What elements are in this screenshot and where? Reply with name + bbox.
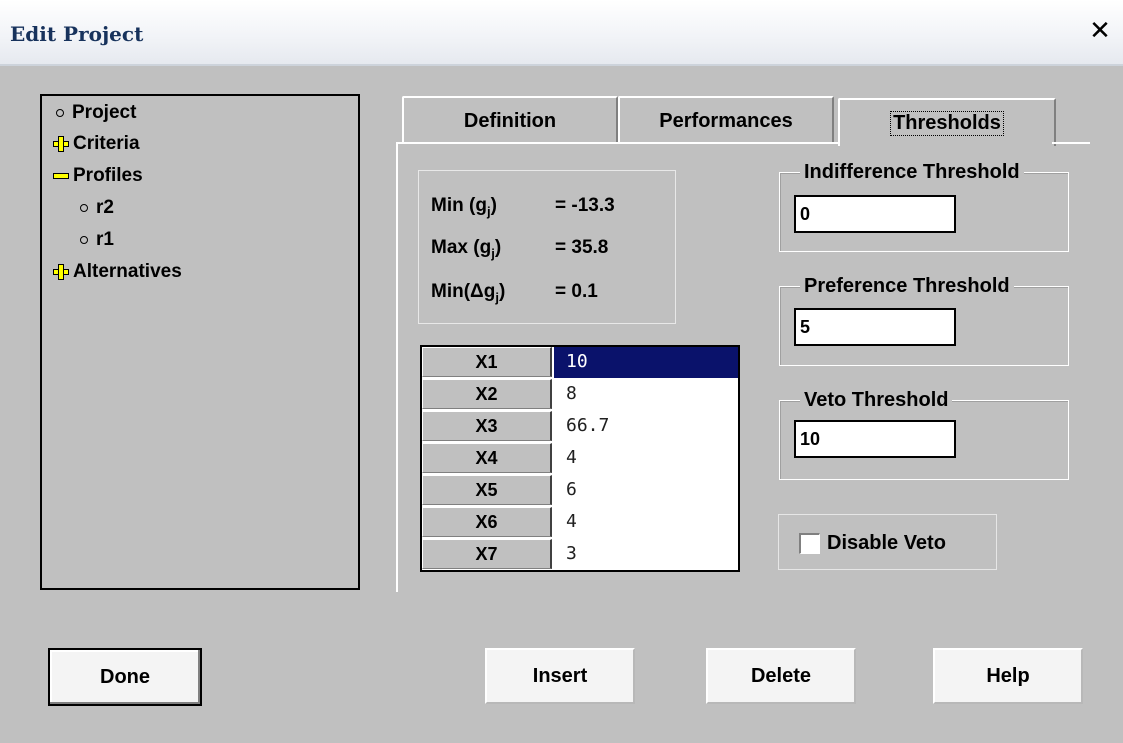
row-value[interactable]: 4	[554, 507, 738, 538]
tree-item-criteria[interactable]: Criteria	[52, 133, 140, 155]
tab-strip-divider	[396, 142, 838, 144]
collapse-minus-icon[interactable]	[52, 167, 70, 185]
row-header[interactable]: X6	[422, 507, 552, 537]
tab-thresholds[interactable]: Thresholds	[838, 98, 1056, 146]
indifference-threshold-group: Indifference Threshold	[779, 161, 1069, 252]
project-tree[interactable]: Project Criteria Profiles r2 r1 Alternat…	[40, 94, 360, 590]
tab-strip-divider	[1052, 142, 1090, 144]
tree-item-profiles[interactable]: Profiles	[52, 165, 143, 187]
row-header[interactable]: X2	[422, 379, 552, 409]
insert-button[interactable]: Insert	[485, 648, 635, 704]
done-button[interactable]: Done	[48, 648, 202, 706]
row-header[interactable]: X1	[422, 347, 552, 377]
row-value[interactable]: 10	[554, 347, 738, 378]
group-title: Preference Threshold	[800, 275, 1014, 298]
row-header[interactable]: X4	[422, 443, 552, 473]
tree-item-label: Criteria	[73, 133, 140, 154]
row-header[interactable]: X7	[422, 539, 552, 569]
disable-veto-checkbox[interactable]	[799, 533, 820, 554]
tree-item-r1[interactable]: r1	[80, 229, 114, 251]
help-button[interactable]: Help	[933, 648, 1083, 704]
tree-item-label: Alternatives	[73, 261, 182, 282]
tree-item-label: Project	[72, 102, 137, 123]
indifference-threshold-input[interactable]	[794, 195, 956, 233]
table-row[interactable]: X3 66.7	[422, 411, 738, 442]
table-row[interactable]: X4 4	[422, 443, 738, 474]
veto-threshold-group: Veto Threshold	[779, 389, 1069, 480]
tab-label: Thresholds	[890, 110, 1004, 136]
preference-threshold-input[interactable]	[794, 308, 956, 346]
tab-performances[interactable]: Performances	[618, 96, 834, 144]
expand-plus-icon[interactable]	[52, 263, 70, 281]
tree-item-r2[interactable]: r2	[80, 197, 114, 219]
row-value[interactable]: 6	[554, 475, 738, 506]
row-value[interactable]: 3	[554, 539, 738, 570]
group-title: Veto Threshold	[800, 389, 953, 412]
row-value[interactable]: 8	[554, 379, 738, 410]
leaf-bullet-icon	[80, 204, 88, 212]
alternatives-grid[interactable]: X1 10 X2 8 X3 66.7 X4 4 X5 6 X6 4 X7 3	[420, 345, 740, 572]
disable-veto-box: Disable Veto	[778, 514, 997, 570]
tab-definition[interactable]: Definition	[402, 96, 618, 144]
title-bar: Edit Project ✕	[0, 0, 1123, 66]
row-header[interactable]: X5	[422, 475, 552, 505]
preference-threshold-group: Preference Threshold	[779, 275, 1069, 366]
criterion-stats-box: Min (gj) = -13.3 Max (gj) = 35.8 Min(Δgj) =…	[418, 170, 676, 324]
stat-min: Min (gj) = -13.3	[431, 195, 615, 219]
tree-item-alternatives[interactable]: Alternatives	[52, 261, 182, 283]
veto-threshold-input[interactable]	[794, 420, 956, 458]
tree-item-label: r2	[96, 197, 114, 218]
tree-item-label: r1	[96, 229, 114, 250]
close-icon[interactable]: ✕	[1087, 18, 1113, 44]
table-row[interactable]: X1 10	[422, 347, 738, 378]
row-value[interactable]: 66.7	[554, 411, 738, 442]
group-title: Indifference Threshold	[800, 161, 1024, 184]
table-row[interactable]: X5 6	[422, 475, 738, 506]
row-value[interactable]: 4	[554, 443, 738, 474]
stat-min-value: = -13.3	[555, 195, 615, 216]
table-row[interactable]: X6 4	[422, 507, 738, 538]
leaf-bullet-icon	[56, 109, 64, 117]
tree-item-label: Profiles	[73, 165, 143, 186]
panel-border	[396, 142, 398, 592]
stat-max: Max (gj) = 35.8	[431, 237, 609, 261]
tab-label: Performances	[659, 109, 793, 132]
delete-button[interactable]: Delete	[706, 648, 856, 704]
table-row[interactable]: X7 3	[422, 539, 738, 570]
stat-max-value: = 35.8	[555, 237, 609, 258]
stat-min-delta: Min(Δgj) = 0.1	[431, 281, 598, 305]
stat-min-delta-value: = 0.1	[555, 281, 598, 302]
window-title: Edit Project	[10, 22, 144, 46]
tab-label: Definition	[463, 109, 557, 132]
tree-item-project[interactable]: Project	[56, 102, 136, 124]
row-header[interactable]: X3	[422, 411, 552, 441]
expand-plus-icon[interactable]	[52, 135, 70, 153]
table-row[interactable]: X2 8	[422, 379, 738, 410]
disable-veto-label[interactable]: Disable Veto	[827, 532, 946, 555]
leaf-bullet-icon	[80, 236, 88, 244]
